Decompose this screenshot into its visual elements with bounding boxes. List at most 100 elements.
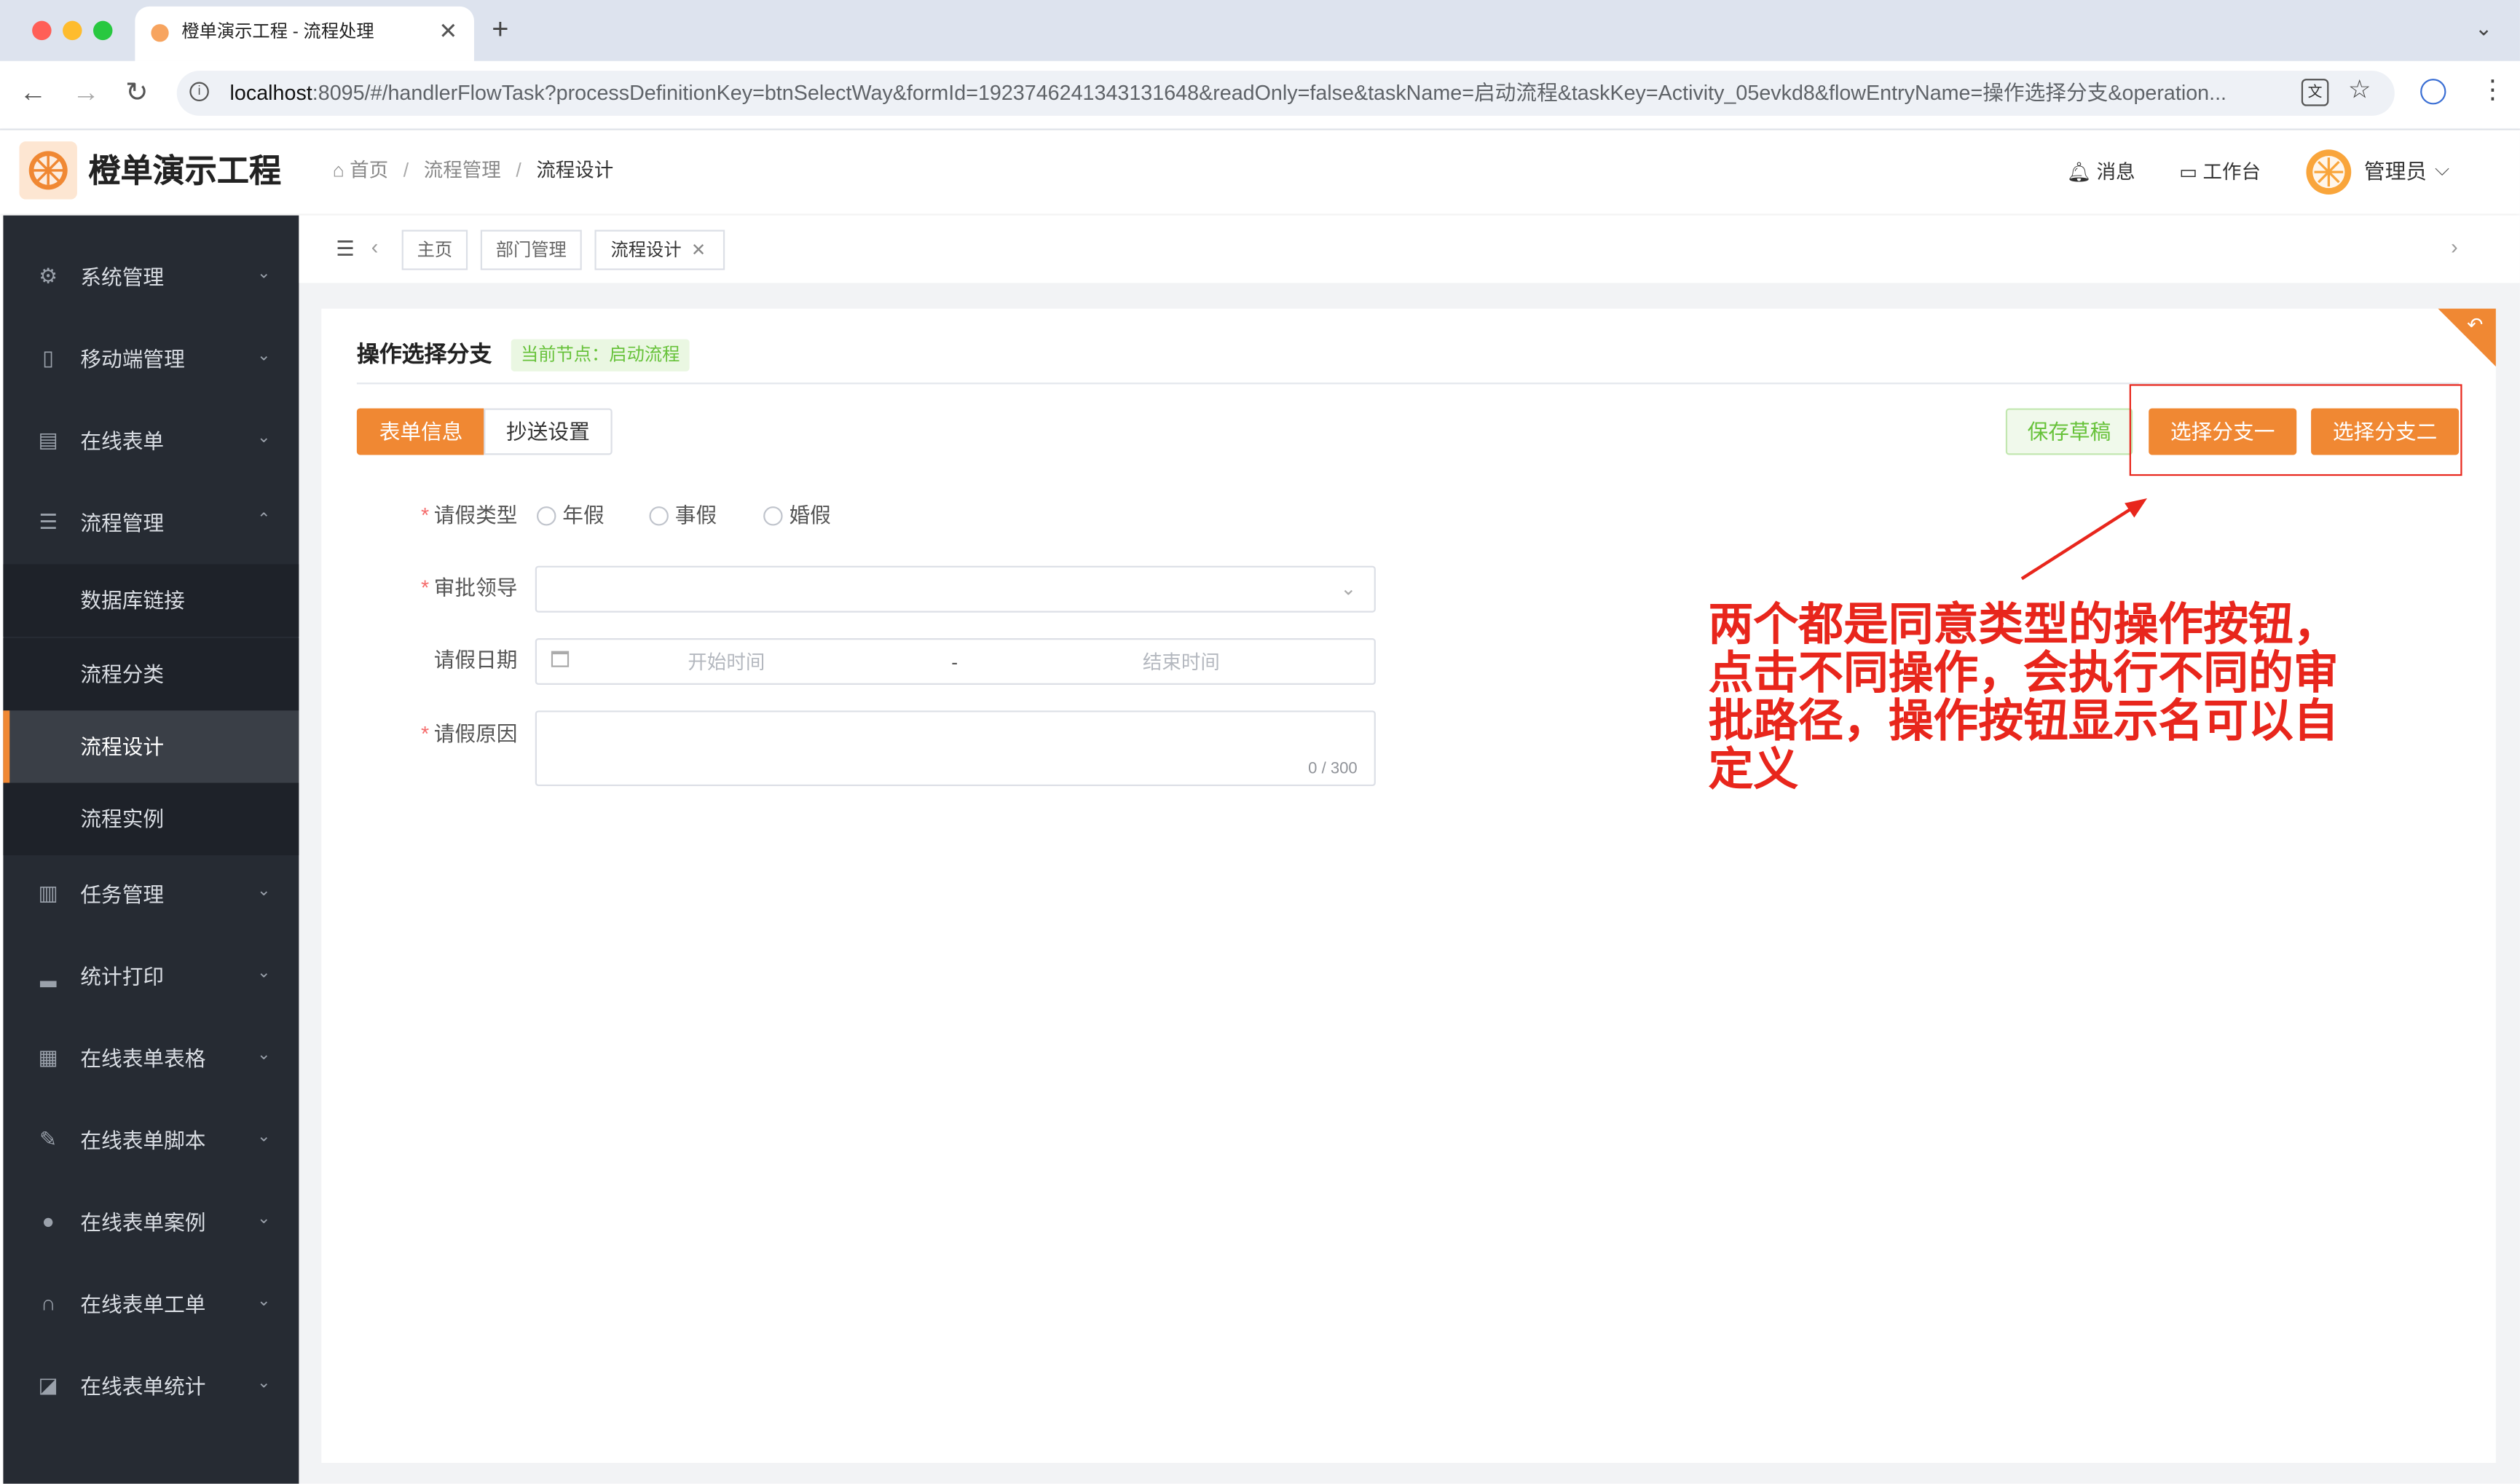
translate-icon[interactable]: 文 — [2301, 79, 2329, 106]
reason-label: * 请假原因 — [420, 721, 518, 746]
form-icon: ▤ — [38, 427, 58, 452]
save-draft-button[interactable]: 保存草稿 — [2005, 408, 2133, 455]
favicon-icon — [151, 24, 169, 42]
tag-close-icon[interactable]: ✕ — [691, 241, 706, 260]
form-title: 操作选择分支 — [356, 340, 492, 367]
tab-close-icon[interactable]: ✕ — [438, 17, 457, 43]
tags-scroll-left-icon[interactable]: ‹ — [371, 235, 379, 260]
back-arrow-icon[interactable]: ← — [19, 77, 47, 109]
profile-icon[interactable] — [2420, 79, 2446, 105]
sidebar-item-system[interactable]: ⚙ 系统管理 ⌄ — [3, 238, 299, 318]
sidebar-item-online-form[interactable]: ▤ 在线表单 ⌄ — [3, 402, 299, 482]
bell-icon: 🔔︎ — [2066, 160, 2092, 184]
leave-date-range[interactable]: 开始时间 - 结束时间 — [535, 638, 1376, 686]
chevron-down-icon: ⌄ — [257, 1046, 271, 1064]
url-text: localhost:8095/#/handlerFlowTask?process… — [229, 80, 2227, 105]
start-date-input[interactable]: 开始时间 — [688, 649, 765, 675]
chevron-down-icon: ⌄ — [257, 347, 271, 365]
sidebar-subitem-flow-design[interactable]: 流程设计 — [3, 710, 299, 783]
tag-department[interactable]: 部门管理 — [480, 229, 582, 270]
chevron-down-icon: ⌄ — [257, 882, 271, 900]
avatar[interactable] — [2306, 149, 2352, 195]
leave-type-label: * 请假类型 — [420, 503, 518, 527]
radio-annual[interactable] — [537, 506, 556, 526]
tag-flow-design[interactable]: 流程设计 ✕ — [594, 229, 725, 270]
sidebar-item-form-case[interactable]: ● 在线表单案例 ⌄ — [3, 1183, 299, 1263]
highlight-box — [2129, 384, 2462, 476]
chevron-down-icon: ⌄ — [257, 964, 271, 983]
minimize-window-button[interactable] — [63, 20, 82, 41]
forward-arrow-icon[interactable]: → — [72, 77, 100, 109]
reload-icon[interactable]: ↻ — [125, 77, 148, 109]
radio-marriage[interactable] — [763, 506, 783, 526]
browser-menu-icon[interactable]: ⋮ — [2480, 77, 2505, 106]
user-dropdown-chevron-icon[interactable]: ⌵ — [2435, 156, 2449, 181]
maximize-window-button[interactable] — [92, 20, 113, 41]
reason-textarea[interactable]: 0 / 300 — [535, 710, 1376, 787]
breadcrumb-item-current: 流程设计 — [536, 159, 614, 182]
tab-form-info[interactable]: 表单信息 — [356, 408, 486, 455]
sliders-icon: ☰ — [39, 509, 58, 534]
sidebar-item-form-table[interactable]: ▦ 在线表单表格 ⌄ — [3, 1019, 299, 1099]
sidebar-item-form-ticket[interactable]: ∩ 在线表单工单 ⌄ — [3, 1265, 299, 1346]
radio-personal-label[interactable]: 事假 — [675, 503, 717, 529]
approver-label: * 审批领导 — [420, 575, 518, 600]
chevron-down-icon: ⌄ — [1340, 577, 1357, 600]
user-icon: ● — [42, 1209, 55, 1233]
leave-date-label: 请假日期 — [433, 648, 518, 672]
char-counter: 0 / 300 — [1308, 760, 1358, 778]
messages-button[interactable]: 🔔︎ 消息 — [2067, 159, 2135, 184]
sidebar-subitem-flow-instance[interactable]: 流程实例 — [3, 782, 299, 855]
browser-tab[interactable]: 橙单演示工程 - 流程处理 ✕ — [135, 6, 474, 61]
close-window-button[interactable] — [32, 20, 52, 41]
address-bar[interactable]: i localhost:8095/#/handlerFlowTask?proce… — [176, 71, 2395, 116]
home-icon: ⌂ — [332, 159, 344, 182]
chevron-down-icon: ⌄ — [257, 1210, 271, 1228]
breadcrumb-item-flow[interactable]: 流程管理 — [424, 159, 501, 181]
chevron-down-icon: ⌄ — [257, 265, 271, 283]
app-title: 橙单演示工程 — [88, 154, 282, 190]
avatar-logo-icon — [2312, 156, 2345, 189]
sidebar-item-mobile[interactable]: ▯ 移动端管理 ⌄ — [3, 320, 299, 400]
end-date-input[interactable]: 结束时间 — [1143, 649, 1220, 675]
workbench-button[interactable]: ▭ 工作台 — [2179, 159, 2261, 184]
sidebar-subitem-db-link[interactable]: 数据库链接 — [3, 564, 299, 637]
app-logo — [19, 141, 77, 200]
tag-home[interactable]: 主页 — [401, 229, 468, 270]
sidebar-item-task[interactable]: ▥ 任务管理 ⌄ — [3, 855, 299, 935]
chevron-up-icon: ⌃ — [257, 511, 271, 529]
tab-search-chevron-icon[interactable]: ⌄ — [2475, 15, 2492, 44]
chevron-down-icon: ⌄ — [257, 1292, 271, 1311]
sidebar-item-form-stats[interactable]: ◪ 在线表单统计 ⌄ — [3, 1347, 299, 1427]
user-name[interactable]: 管理员 — [2364, 159, 2427, 184]
bar-chart-icon: ▂ — [40, 962, 57, 987]
grid-icon: ▦ — [38, 1045, 58, 1069]
radio-marriage-label[interactable]: 婚假 — [789, 503, 830, 529]
radio-personal[interactable] — [649, 506, 669, 526]
orange-logo-icon — [28, 151, 68, 190]
collapse-sidebar-icon[interactable]: ☰ — [336, 236, 355, 262]
approver-select[interactable]: ⌄ — [535, 565, 1376, 613]
headset-icon: ∩ — [40, 1290, 56, 1315]
pen-icon: ✎ — [39, 1126, 58, 1151]
tags-scroll-right-icon[interactable]: › — [2451, 235, 2458, 260]
sidebar-item-form-script[interactable]: ✎ 在线表单脚本 ⌄ — [3, 1102, 299, 1182]
annotation-arrow-icon — [2020, 498, 2148, 581]
calendar-icon — [551, 651, 570, 667]
tab-cc-settings[interactable]: 抄送设置 — [484, 408, 613, 455]
tab-title: 橙单演示工程 - 流程处理 — [181, 22, 374, 42]
bookmark-star-icon[interactable]: ☆ — [2348, 76, 2371, 108]
new-tab-button[interactable]: + — [492, 13, 508, 45]
current-node-badge: 当前节点：启动流程 — [511, 339, 690, 372]
sidebar-subitem-flow-category[interactable]: 流程分类 — [3, 638, 299, 711]
form-card — [321, 308, 2496, 1464]
sidebar-item-stats-print[interactable]: ▂ 统计打印 ⌄ — [3, 937, 299, 1017]
breadcrumb-item-home[interactable]: 首页 — [350, 159, 388, 181]
radio-annual-label[interactable]: 年假 — [562, 503, 604, 529]
mobile-icon: ▯ — [42, 345, 55, 370]
chevron-down-icon: ⌄ — [257, 1374, 271, 1392]
sidebar-menu: ⚙ 系统管理 ⌄ ▯ 移动端管理 ⌄ ▤ 在线表单 ⌄ ☰ 流程管理 ⌃ 数据库… — [3, 216, 299, 1484]
sidebar-item-flow[interactable]: ☰ 流程管理 ⌃ — [3, 484, 299, 564]
return-icon[interactable]: ↶ — [2467, 313, 2483, 336]
site-info-icon[interactable]: i — [189, 82, 209, 102]
